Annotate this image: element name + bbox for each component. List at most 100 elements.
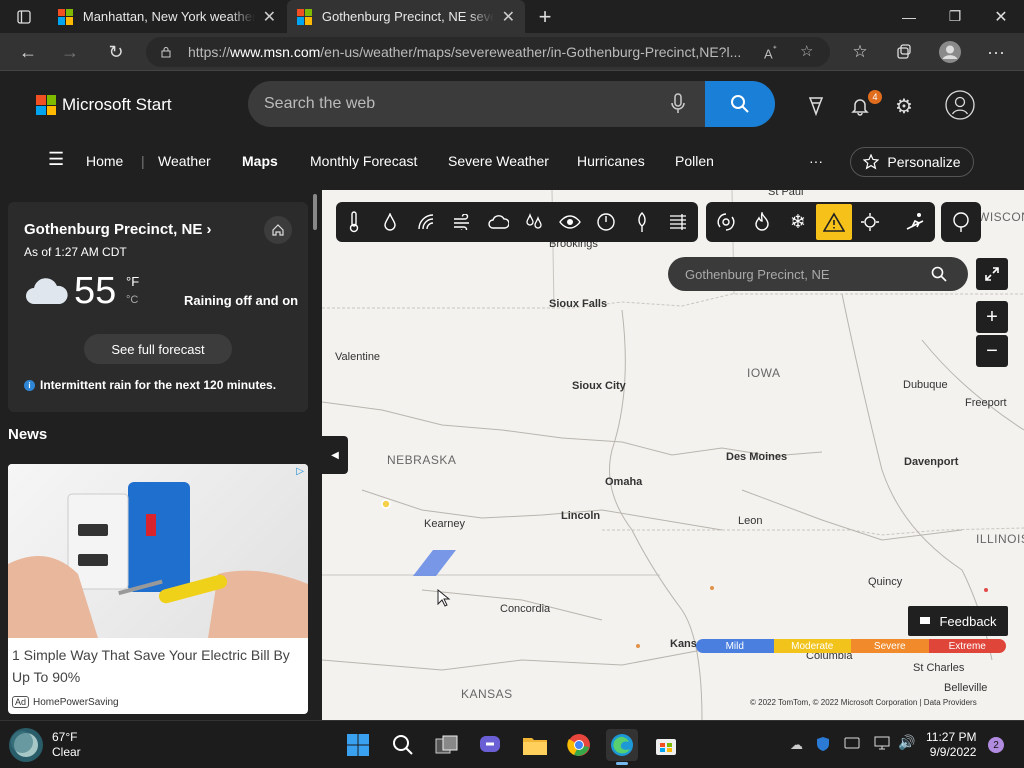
msn-favicon-icon [58, 8, 73, 25]
nav-pollen[interactable]: Pollen [675, 153, 714, 169]
security-shield-icon[interactable] [816, 736, 830, 757]
network-icon[interactable] [874, 736, 890, 755]
unit-fahrenheit[interactable]: °F [126, 274, 139, 289]
humidity-layer-icon[interactable] [522, 210, 546, 234]
url-field[interactable]: https://www.msn.com/en-us/weather/maps/s… [146, 37, 830, 67]
panel-scrollbar[interactable] [313, 194, 317, 230]
zoom-in-button[interactable]: + [976, 301, 1008, 333]
weather-condition: Raining off and on [184, 293, 299, 308]
ad-headline[interactable]: 1 Simple Way That Save Your Electric Bil… [12, 644, 304, 688]
new-tab-icon[interactable]: + [522, 0, 568, 33]
zoom-out-button[interactable]: − [976, 335, 1008, 367]
volume-icon[interactable]: 🔊 [898, 734, 915, 751]
settings-gear-icon[interactable]: ⚙ [891, 93, 917, 119]
account-icon[interactable] [944, 89, 976, 121]
nav-severe-weather[interactable]: Severe Weather [448, 153, 549, 169]
ski-toolbar [895, 202, 935, 242]
snow-layer-icon[interactable]: ❄ [786, 210, 810, 234]
close-tab-icon[interactable]: ✕ [502, 7, 515, 27]
precipitation-layer-icon[interactable] [378, 210, 402, 234]
taskbar-clock[interactable]: 11:27 PM 9/9/2022 [926, 730, 976, 760]
severe-weather-map[interactable]: IOWA NEBRASKA KANSAS ILLINOIS WISCONSIN … [322, 190, 1024, 720]
hurricane-layer-icon[interactable] [714, 210, 738, 234]
personalize-label: Personalize [887, 154, 961, 170]
pressure-layer-icon[interactable] [594, 210, 618, 234]
forward-icon[interactable]: → [54, 37, 86, 67]
chrome-icon[interactable] [563, 729, 595, 761]
collections-icon[interactable] [888, 37, 920, 67]
search-taskbar-icon[interactable] [387, 729, 419, 761]
nav-hurricanes[interactable]: Hurricanes [577, 153, 645, 169]
tab-gothenburg-severe[interactable]: Gothenburg Precinct, NE severe ✕ [287, 0, 525, 33]
search-button[interactable] [705, 81, 775, 127]
taskbar-cond: Clear [52, 745, 81, 759]
info-icon: i [24, 379, 35, 391]
microsoft-store-icon[interactable] [650, 729, 682, 761]
keyboard-icon[interactable] [844, 736, 860, 754]
nav-home[interactable]: Home [86, 153, 123, 169]
refresh-icon[interactable]: ↻ [100, 37, 132, 67]
map-location-search[interactable]: Gothenburg Precinct, NE [668, 257, 968, 291]
personalize-button[interactable]: Personalize [850, 147, 974, 177]
location-link[interactable]: Gothenburg Precinct, NE › [24, 221, 212, 238]
favorites-icon[interactable]: ☆ [844, 37, 876, 67]
ad-choices-icon[interactable]: ▷ [296, 466, 304, 477]
see-full-forecast-button[interactable]: See full forecast [84, 334, 232, 364]
web-search-box[interactable]: Search the web [248, 81, 775, 127]
fire-layer-icon[interactable] [750, 210, 774, 234]
back-icon[interactable]: ← [12, 37, 44, 67]
chevron-left-icon: ◀ [331, 449, 339, 461]
wind-layer-icon[interactable] [450, 210, 474, 234]
feedback-button[interactable]: Feedback [908, 606, 1008, 636]
temperature-layer-icon[interactable] [342, 210, 366, 234]
edge-browser-icon[interactable] [606, 729, 638, 765]
cloud-sync-icon[interactable]: ☁ [790, 737, 803, 753]
tab-manhattan-weather[interactable]: Manhattan, New York weather fo ✕ [48, 0, 286, 33]
severe-weather-layer-icon[interactable] [816, 204, 852, 240]
nav-weather[interactable]: Weather [158, 153, 211, 169]
air-quality-layer-icon[interactable] [666, 210, 690, 234]
rewards-icon[interactable] [803, 93, 829, 119]
microphone-icon[interactable] [671, 93, 685, 115]
profile-icon[interactable] [934, 37, 966, 67]
notification-center-badge[interactable]: 2 [988, 737, 1004, 753]
location-name: Gothenburg Precinct, NE [24, 221, 203, 238]
earthquake-layer-icon[interactable] [858, 210, 882, 234]
radar-layer-icon[interactable] [414, 210, 438, 234]
microsoft-start-logo[interactable]: Microsoft Start [36, 95, 172, 115]
collapse-panel-button[interactable]: ◀ [322, 436, 348, 474]
close-tab-icon[interactable]: ✕ [263, 7, 276, 27]
city-label: Leon [738, 515, 763, 527]
task-view-icon[interactable] [431, 729, 463, 761]
read-aloud-icon[interactable]: Aᐩ [764, 43, 777, 61]
browser-tab-bar: Manhattan, New York weather fo ✕ Gothenb… [0, 0, 1024, 33]
windows-taskbar: 67°F Clear ☁ 🔊 11:27 PM 9/9/2022 2 [0, 720, 1024, 768]
cloud-layer-icon[interactable] [486, 210, 510, 234]
close-window-icon[interactable]: ✕ [978, 0, 1024, 33]
browser-menu-icon[interactable]: ··· [980, 37, 1012, 67]
tropical-storm-icon[interactable] [949, 210, 973, 234]
search-icon[interactable] [931, 266, 947, 282]
news-ad-card[interactable]: ▷ 1 Simple Way That Save Your Electric B… [8, 464, 308, 714]
ski-layer-icon[interactable] [903, 210, 927, 234]
visibility-layer-icon[interactable] [558, 210, 582, 234]
nav-monthly-forecast[interactable]: Monthly Forecast [310, 153, 417, 169]
minimize-icon[interactable]: — [886, 0, 932, 33]
file-explorer-icon[interactable] [519, 729, 551, 761]
restore-icon[interactable]: ❐ [932, 0, 978, 33]
nav-maps[interactable]: Maps [242, 153, 278, 169]
ad-source-name: HomePowerSaving [33, 696, 119, 708]
nav-more-icon[interactable]: ··· [809, 153, 823, 169]
unit-celsius[interactable]: °C [126, 294, 138, 306]
pollen-layer-icon[interactable] [630, 210, 654, 234]
fullscreen-icon[interactable] [976, 258, 1008, 290]
rain-note: i Intermittent rain for the next 120 minu… [24, 378, 276, 392]
taskbar-weather-widget[interactable]: 67°F Clear [8, 727, 81, 763]
hamburger-menu-icon[interactable]: ☰ [48, 149, 64, 170]
tab-actions-icon[interactable] [0, 0, 48, 33]
add-favorite-icon[interactable]: ☆ [800, 42, 813, 60]
notification-badge: 4 [868, 90, 882, 104]
start-icon[interactable] [342, 729, 374, 761]
teams-chat-icon[interactable] [474, 729, 506, 761]
set-home-icon[interactable] [264, 216, 292, 244]
